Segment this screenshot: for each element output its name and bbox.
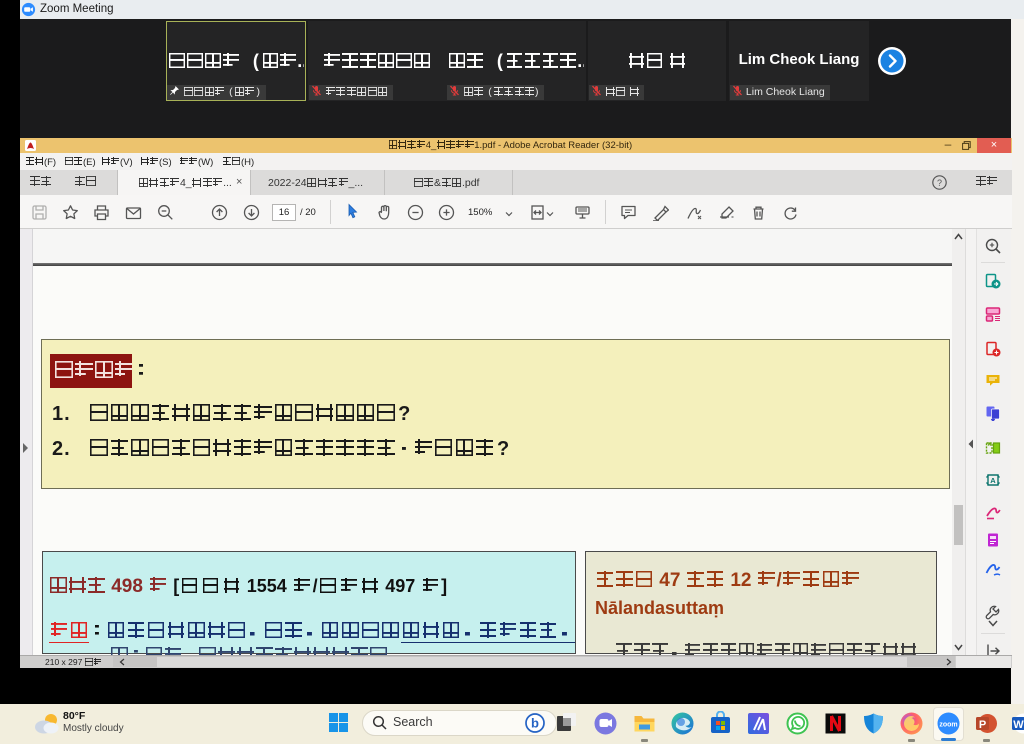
svg-text:A: A — [990, 476, 996, 485]
svg-text:zoom: zoom — [939, 722, 957, 729]
svg-text:P: P — [979, 719, 986, 731]
svg-text:?: ? — [937, 178, 942, 188]
svg-text:W: W — [1013, 719, 1024, 731]
svg-text:b: b — [531, 716, 539, 731]
